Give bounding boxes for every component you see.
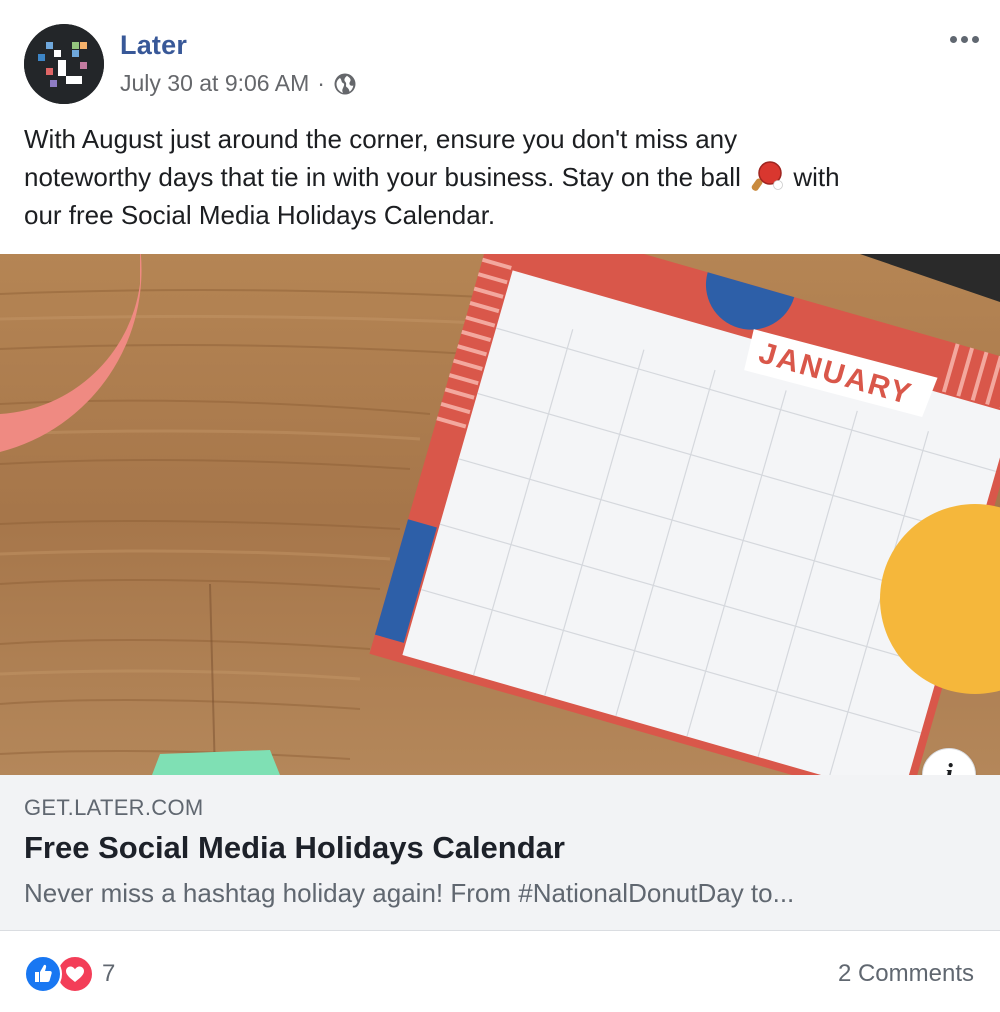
link-domain: GET.LATER.COM [24,795,204,820]
post-text-line: With August just around the corner, ensu… [24,124,738,154]
post-text-line: noteworthy days that tie in with your bu… [24,158,976,196]
link-title[interactable]: Free Social Media Holidays Calendar [24,830,565,866]
page-avatar[interactable] [24,24,104,104]
meta-separator: · [317,70,325,96]
globe-icon[interactable] [333,72,357,96]
post-message: With August just around the corner, ensu… [24,120,976,234]
like-icon [24,955,62,993]
later-logo-icon [24,24,104,104]
link-preview-card[interactable]: GET.LATER.COM Free Social Media Holidays… [0,775,1000,931]
post-text-line: our free Social Media Holidays Calendar. [24,200,496,230]
ping-pong-paddle-icon [750,161,784,191]
post-text-segment: with [793,162,840,192]
post-timestamp[interactable]: July 30 at 9:06 AM [120,70,309,97]
comments-count-link[interactable]: 2 Comments [838,960,974,988]
page-name-link[interactable]: Later [120,30,187,61]
post-text-segment: noteworthy days that tie in with your bu… [24,162,741,192]
more-options-icon[interactable] [946,24,982,54]
reactions-summary[interactable]: 7 [24,955,115,993]
facebook-post: Later July 30 at 9:06 AM · With August j… [0,0,1000,1012]
reaction-count: 7 [102,960,116,987]
post-meta: July 30 at 9:06 AM · [120,70,357,97]
link-description: Never miss a hashtag holiday again! From… [24,878,795,908]
post-footer: 7 2 Comments [0,931,1000,1012]
link-preview-image[interactable]: JANUARY [0,254,1000,775]
